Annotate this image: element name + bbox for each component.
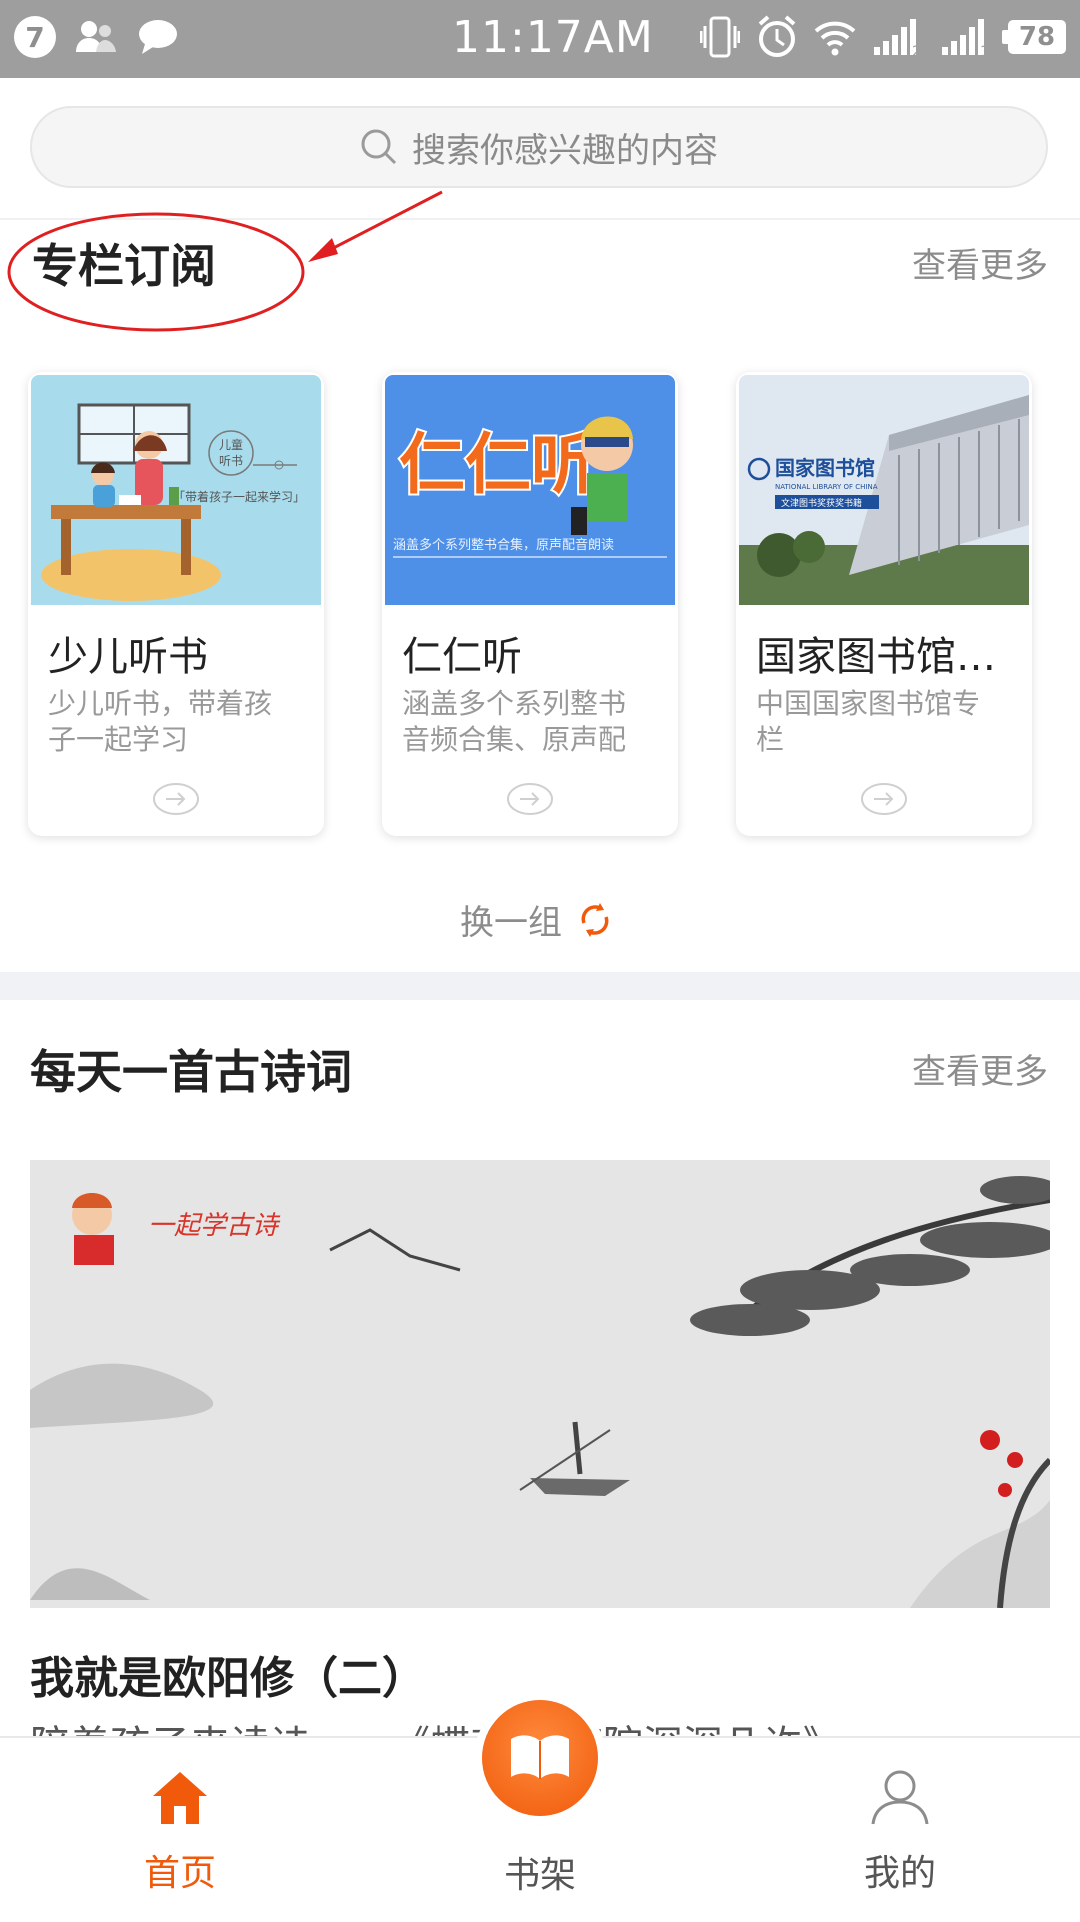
refresh-icon: [581, 902, 609, 937]
search-icon: [361, 129, 397, 165]
svg-text:听书: 听书: [219, 454, 243, 468]
section-separator: [0, 972, 1080, 1000]
battery-indicator: 78: [1002, 20, 1066, 54]
arrow-right-circle-icon[interactable]: [860, 782, 908, 816]
svg-text:儿童: 儿童: [219, 437, 243, 452]
card-thumbnail: 仁仁听 涵盖多个系列整书合集，原声配音朗读: [385, 375, 675, 605]
svg-text:仁仁听: 仁仁听: [399, 426, 597, 503]
tab-mine-label: 我的: [863, 1853, 936, 1894]
poem-banner-image[interactable]: 一起学古诗: [30, 1160, 1050, 1608]
section-title-columns: 专栏订阅: [32, 239, 216, 293]
search-bar[interactable]: 搜索你感兴趣的内容: [30, 106, 1048, 188]
card-description: 少儿听书，带着孩子一起学习: [48, 687, 273, 756]
book-icon: [511, 1735, 569, 1779]
card-title: 少儿听书: [48, 634, 208, 680]
wifi-icon: [814, 21, 856, 56]
arrow-right-circle-icon[interactable]: [152, 782, 200, 816]
search-placeholder: 搜索你感兴趣的内容: [412, 130, 718, 171]
poem-item-title[interactable]: 我就是欧阳修（二）: [30, 1642, 426, 1706]
svg-text:文津图书奖获奖书籍: 文津图书奖获奖书籍: [781, 497, 862, 509]
status-bar: 7 11:17AM 2 1 78: [0, 0, 1080, 78]
contacts-icon: [76, 21, 116, 52]
see-more-poems-link[interactable]: 查看更多: [912, 1044, 1048, 1093]
tab-mine[interactable]: 我的: [800, 1768, 1000, 1896]
signal-sim1-icon: 2: [874, 19, 921, 57]
tab-home[interactable]: 首页: [80, 1768, 280, 1896]
refresh-label: 换一组: [460, 903, 562, 943]
svg-text:「带着孩子一起来学习」: 「带着孩子一起来学习」: [173, 489, 305, 504]
column-card-national-library[interactable]: 国家图书馆 NATIONAL LIBRARY OF CHINA 文津图书奖获奖书…: [736, 372, 1032, 836]
svg-text:国家图书馆: 国家图书馆: [775, 456, 875, 480]
svg-text:2: 2: [912, 44, 921, 57]
tab-bookshelf[interactable]: [482, 1700, 598, 1816]
clock: 11:17AM: [452, 12, 654, 63]
vibrate-icon: [700, 16, 740, 58]
card-thumbnail: 国家图书馆 NATIONAL LIBRARY OF CHINA 文津图书奖获奖书…: [739, 375, 1029, 605]
section-title-poems: 每天一首古诗词: [30, 1045, 352, 1099]
svg-text:NATIONAL LIBRARY OF CHINA: NATIONAL LIBRARY OF CHINA: [775, 483, 878, 491]
chat-icon: [139, 20, 177, 54]
profile-icon: [871, 1770, 929, 1825]
arrow-right-circle-icon[interactable]: [506, 782, 554, 816]
column-card-kids-audiobook[interactable]: 儿童 听书 「带着孩子一起来学习」 少儿听书 少儿听书，带着孩子一起学习: [28, 372, 324, 836]
tab-bookshelf-label: 书架: [503, 1855, 576, 1896]
card-title: 仁仁听: [402, 634, 522, 680]
refresh-group-button[interactable]: 换一组: [460, 895, 614, 944]
see-more-columns-link[interactable]: 查看更多: [912, 238, 1048, 287]
card-title: 国家图书馆专栏: [756, 634, 1018, 680]
card-description: 中国国家图书馆专栏: [756, 687, 981, 756]
card-thumbnail: 儿童 听书 「带着孩子一起来学习」: [31, 375, 321, 605]
svg-text:一起学古诗: 一起学古诗: [148, 1211, 281, 1241]
card-description: 涵盖多个系列整书音频合集、原声配音朗读: [402, 687, 627, 756]
svg-text:涵盖多个系列整书合集，原声配音朗读: 涵盖多个系列整书合集，原声配音朗读: [393, 537, 614, 553]
svg-text:1: 1: [980, 44, 989, 57]
column-card-renrenting[interactable]: 仁仁听 涵盖多个系列整书合集，原声配音朗读 仁仁听 涵盖多个系列整书音频合集、原…: [382, 372, 678, 836]
home-icon: [153, 1772, 207, 1824]
notification-count-badge: 7: [14, 16, 56, 58]
alarm-icon: [758, 15, 796, 57]
signal-sim2-icon: 1: [942, 19, 989, 57]
divider: [0, 218, 1080, 220]
tab-home-label: 首页: [143, 1853, 216, 1894]
